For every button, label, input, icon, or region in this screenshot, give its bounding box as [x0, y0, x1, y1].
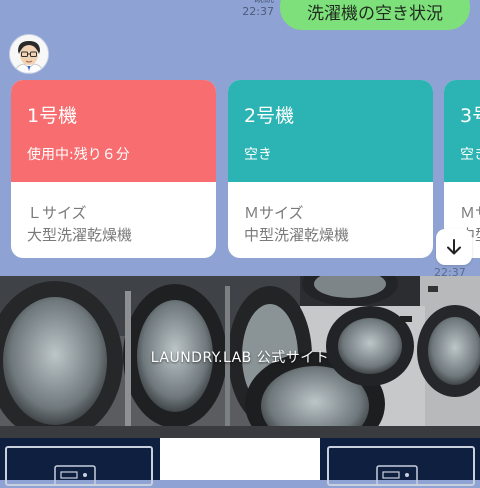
site-banner[interactable]: LAUNDRY.LAB 公式サイト: [0, 276, 480, 438]
scroll-down-button[interactable]: [436, 229, 472, 265]
machine-card-2-footer: Ｍサイズ 中型洗濯乾燥機: [228, 182, 433, 258]
machine-card-1-footer: Ｌサイズ 大型洗濯乾燥機: [11, 182, 216, 258]
machine-number: 1号機: [27, 105, 78, 127]
message-time: 22:37: [242, 5, 274, 18]
machine-card-2[interactable]: 2号機 空き Ｍサイズ 中型洗濯乾燥機: [228, 80, 433, 258]
banner-title: LAUNDRY.LAB 公式サイト: [150, 350, 330, 366]
machine-status: 空き: [460, 147, 480, 163]
machine-card-1-header: 1号機 使用中:残り６分: [11, 80, 216, 182]
machine-type: 中型洗濯乾燥機: [244, 226, 350, 244]
machine-size: Ｌサイズ: [27, 204, 87, 222]
machine-icon: [376, 465, 418, 487]
machine-type: 大型洗濯乾燥機: [27, 226, 133, 244]
machine-size: Ｍサイズ: [244, 204, 304, 222]
machine-size: Ｍサイズ: [460, 204, 480, 222]
machine-number: 2号機: [244, 105, 295, 127]
machine-card-1[interactable]: 1号機 使用中:残り６分 Ｌサイズ 大型洗濯乾燥機: [11, 80, 216, 258]
arrow-down-icon: [447, 239, 461, 255]
avatar[interactable]: [9, 34, 49, 74]
machine-status: 空き: [244, 147, 272, 163]
menu-item-right[interactable]: [327, 446, 475, 487]
machine-status: 使用中:残り６分: [27, 147, 130, 163]
outgoing-message-text: 洗濯機の空き状況: [307, 3, 443, 24]
message-meta: 既読 22:37: [236, 0, 274, 18]
menu-item-center[interactable]: [160, 438, 320, 480]
outgoing-message-bubble[interactable]: 洗濯機の空き状況: [280, 0, 470, 30]
machine-icon: [54, 465, 96, 487]
chat-area[interactable]: 既読 22:37 洗濯機の空き状況 1号機 使用中:残り６分 Ｌサイズ 大型洗濯…: [0, 0, 480, 276]
menu-item-left[interactable]: [5, 446, 153, 487]
machine-card-2-header: 2号機 空き: [228, 80, 433, 182]
machine-card-3-header: 3号機 空き: [444, 80, 480, 182]
machine-number: 3号機: [460, 105, 480, 127]
rich-menu: [0, 438, 480, 487]
avatar-icon: [10, 35, 48, 73]
card-message-time: 22:37: [434, 266, 466, 276]
